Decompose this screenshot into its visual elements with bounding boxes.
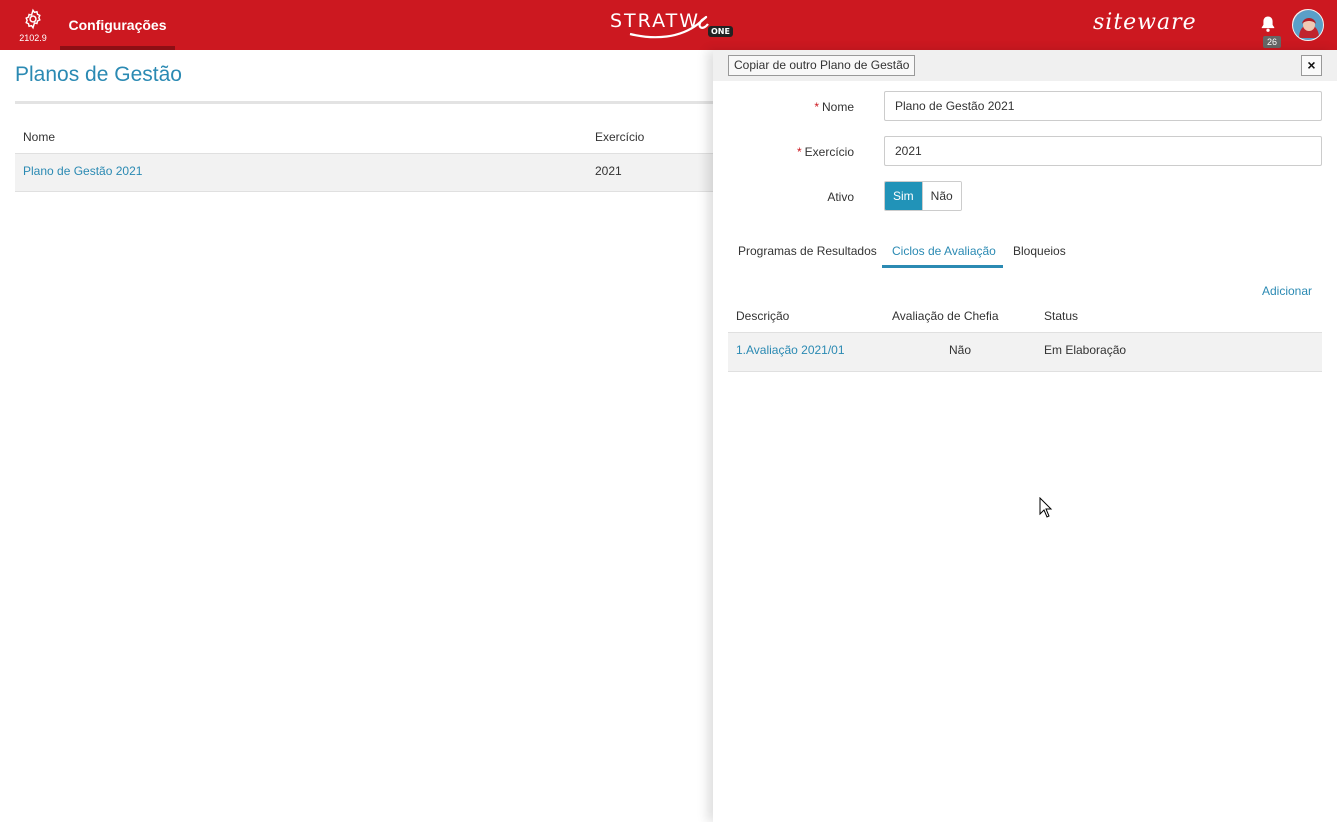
tab-bloqueios[interactable]: Bloqueios: [1013, 244, 1066, 258]
nome-label: * Nome: [713, 100, 854, 114]
logo-swoosh-icon: [629, 15, 709, 39]
top-bar: 2102.9 Configurações STRATW ONE siteware…: [0, 0, 1337, 50]
close-icon[interactable]: ×: [1301, 55, 1322, 76]
column-header-descricao[interactable]: Descrição: [736, 309, 789, 323]
copy-plan-button[interactable]: Copiar de outro Plano de Gestão: [728, 55, 916, 76]
nav-tab-label: Configurações: [68, 17, 167, 33]
required-marker: *: [814, 100, 819, 114]
cycle-chefia-cell: Não: [949, 343, 972, 357]
ativo-toggle: Sim Não: [884, 181, 962, 211]
column-header-nome[interactable]: Nome: [23, 130, 55, 144]
add-link[interactable]: Adicionar: [1262, 284, 1312, 298]
cycle-status-cell: Em Elaboração: [1044, 343, 1127, 357]
nav-tab-underline: [60, 46, 175, 50]
column-header-status[interactable]: Status: [1044, 309, 1078, 323]
user-avatar-icon: [1293, 10, 1323, 40]
required-marker: *: [796, 145, 802, 159]
nome-input[interactable]: Plano de Gestão 2021: [884, 91, 1322, 121]
tab-programas-de-resultados[interactable]: Programas de Resultados: [738, 244, 877, 258]
edit-panel: Copiar de outro Plano de Gestão × * Nome …: [713, 50, 1337, 822]
siteware-logo: siteware: [1093, 10, 1197, 35]
ativo-nao-button[interactable]: Não: [921, 182, 961, 210]
column-header-avaliacao-de-chefia[interactable]: Avaliação de Chefia: [892, 309, 999, 323]
exercicio-input[interactable]: 2021: [884, 136, 1322, 166]
nav-tab-configuracoes[interactable]: Configurações: [60, 0, 175, 50]
exercicio-label-text: Exercício: [804, 145, 854, 159]
panel-header: Copiar de outro Plano de Gestão ×: [713, 50, 1337, 81]
column-header-exercicio[interactable]: Exercício: [595, 130, 644, 144]
version-label: 2102.9: [19, 33, 47, 43]
avatar[interactable]: [1292, 9, 1324, 41]
bell-icon[interactable]: [1258, 14, 1278, 34]
notification-count-badge: 26: [1263, 36, 1282, 48]
mouse-cursor-icon: [1039, 497, 1053, 518]
plan-year-cell: 2021: [595, 164, 622, 178]
ativo-sim-button[interactable]: Sim: [885, 182, 922, 210]
nome-label-text: Nome: [821, 100, 854, 114]
cycle-description-link[interactable]: 1.Avaliação 2021/01: [736, 343, 845, 357]
plan-name-link[interactable]: Plano de Gestão 2021: [23, 164, 142, 178]
active-tab-underline: [882, 265, 1003, 268]
stratws-logo: STRATW ONE: [610, 10, 733, 39]
tab-ciclos-de-avaliacao[interactable]: Ciclos de Avaliação: [892, 244, 996, 258]
title-divider: [15, 101, 715, 104]
logo-badge: ONE: [708, 26, 733, 37]
page-title: Planos de Gestão: [15, 63, 182, 86]
exercicio-label: * Exercício: [713, 145, 854, 159]
gear-icon: [25, 8, 41, 30]
ativo-label: Ativo: [827, 190, 854, 204]
settings-button[interactable]: 2102.9: [0, 0, 60, 50]
